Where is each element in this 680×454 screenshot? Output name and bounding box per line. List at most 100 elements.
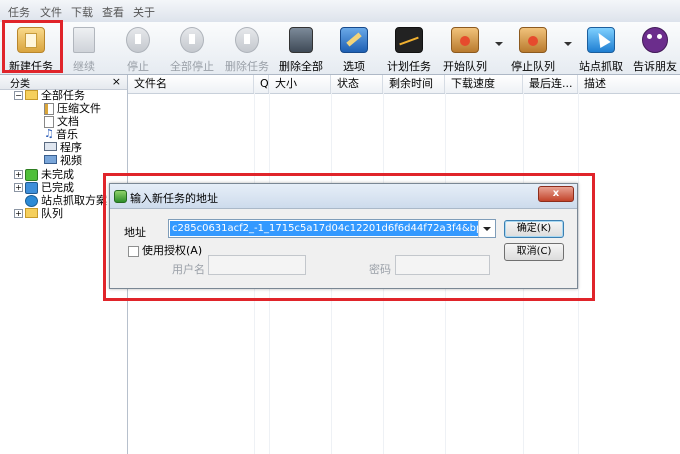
- video-icon: [44, 155, 57, 164]
- start-queue-label: 开始队列: [443, 60, 487, 73]
- column-header-description[interactable]: 描述: [578, 75, 680, 93]
- stop-all-label: 全部停止: [170, 60, 214, 73]
- stop-all-button[interactable]: 全部停止: [168, 24, 216, 73]
- menu-about[interactable]: 关于: [133, 4, 155, 20]
- tree-label-music: 音乐: [56, 128, 78, 141]
- resume-label: 继续: [73, 60, 95, 73]
- use-auth-checkbox[interactable]: [128, 245, 139, 257]
- schedule-label: 计划任务: [387, 60, 431, 73]
- menu-bar: 任务 文件 下载 查看 关于: [0, 0, 680, 23]
- expand-icon[interactable]: +: [14, 209, 23, 218]
- dropdown-arrow-icon[interactable]: [478, 220, 495, 237]
- app-globe-icon: [114, 190, 127, 203]
- site-grabber-icon: [25, 195, 38, 207]
- site-grabber-label: 站点抓取: [579, 60, 623, 73]
- new-task-dialog: 输入新任务的地址 x 地址 c285c0631acf2_-1_1715c5a17…: [109, 183, 578, 289]
- column-header-speed[interactable]: 下载速度: [445, 75, 523, 93]
- tree-label-video: 视频: [60, 154, 82, 167]
- column-header-q[interactable]: Q: [254, 75, 269, 93]
- options-button[interactable]: 选项: [332, 24, 376, 73]
- menu-download[interactable]: 下载: [71, 4, 93, 20]
- tree-label-unfinished: 未完成: [41, 168, 74, 181]
- tree-item-finished[interactable]: + 已完成: [14, 181, 74, 194]
- cancel-button[interactable]: 取消(C): [504, 243, 564, 261]
- table-header: 文件名 Q 大小 状态 剩余时间 下载速度 最后连... 描述: [128, 75, 680, 94]
- sidebar-header: 分类 ×: [0, 75, 127, 90]
- queue-icon: [25, 208, 38, 218]
- tree-label-all: 全部任务: [41, 89, 85, 102]
- stop-queue-icon: [519, 27, 547, 53]
- tree-item-music[interactable]: ♫ 音乐: [44, 127, 78, 141]
- toolbar: 新建任务 继续 停止 全部停止 删除任务 删除全部 选项 计划任务 开始队列 停…: [0, 22, 680, 75]
- finished-icon: [25, 182, 38, 194]
- username-field[interactable]: [208, 255, 306, 275]
- tree-item-queues[interactable]: + 队列: [14, 207, 63, 220]
- options-icon: [340, 27, 368, 53]
- column-header-time-left[interactable]: 剩余时间: [383, 75, 445, 93]
- address-input-value[interactable]: c285c0631acf2_-1_1715c5a17d04c12201d6f6d…: [170, 221, 478, 236]
- column-header-status[interactable]: 状态: [331, 75, 383, 93]
- dialog-title-bar: 输入新任务的地址 x: [110, 184, 577, 209]
- delete-task-icon: [235, 27, 259, 53]
- folder-open-icon: [25, 90, 38, 100]
- address-label: 地址: [124, 226, 146, 239]
- music-icon: ♫: [44, 127, 54, 140]
- tree-item-unfinished[interactable]: + 未完成: [14, 168, 74, 181]
- tell-friend-button[interactable]: 告诉朋友: [630, 24, 680, 73]
- options-label: 选项: [343, 60, 365, 73]
- expand-icon[interactable]: +: [14, 183, 23, 192]
- tree-item-archives[interactable]: 压缩文件: [44, 102, 101, 115]
- delete-all-button[interactable]: 删除全部: [276, 24, 326, 73]
- schedule-icon: [395, 27, 423, 53]
- column-header-size[interactable]: 大小: [269, 75, 331, 93]
- schedule-button[interactable]: 计划任务: [384, 24, 434, 73]
- tree-label-programs: 程序: [60, 141, 82, 154]
- stop-icon: [126, 27, 150, 53]
- delete-task-button[interactable]: 删除任务: [222, 24, 272, 73]
- archive-icon: [44, 103, 54, 115]
- stop-all-icon: [180, 27, 204, 53]
- program-icon: [44, 142, 57, 151]
- menu-task[interactable]: 任务: [8, 4, 30, 20]
- menu-file[interactable]: 文件: [40, 4, 62, 20]
- sidebar-close-button[interactable]: ×: [112, 75, 121, 88]
- delete-all-icon: [289, 27, 313, 53]
- password-field[interactable]: [395, 255, 490, 275]
- tree-item-grabber[interactable]: 站点抓取方案: [25, 194, 107, 207]
- username-label: 用户名: [172, 263, 205, 276]
- tree-label-grabber: 站点抓取方案: [41, 194, 107, 207]
- use-auth-label: 使用授权(A): [142, 244, 203, 257]
- expand-icon[interactable]: +: [14, 170, 23, 179]
- tree-label-finished: 已完成: [41, 181, 74, 194]
- password-label: 密码: [369, 263, 391, 276]
- use-auth-checkbox-row[interactable]: 使用授权(A): [128, 242, 202, 258]
- tree-item-video[interactable]: 视频: [44, 154, 82, 167]
- start-queue-button[interactable]: 开始队列: [440, 24, 490, 73]
- delete-task-label: 删除任务: [225, 60, 269, 73]
- address-combobox[interactable]: c285c0631acf2_-1_1715c5a17d04c12201d6f6d…: [168, 219, 496, 238]
- stop-label: 停止: [127, 60, 149, 73]
- collapse-icon[interactable]: −: [14, 91, 23, 100]
- unfinished-icon: [25, 169, 38, 181]
- dialog-close-button[interactable]: x: [538, 186, 574, 202]
- start-queue-dropdown-icon[interactable]: [495, 42, 503, 46]
- resume-button[interactable]: 继续: [62, 24, 106, 73]
- tree-item-all[interactable]: − 全部任务: [14, 89, 85, 102]
- stop-queue-dropdown-icon[interactable]: [564, 42, 572, 46]
- stop-queue-button[interactable]: 停止队列: [508, 24, 558, 73]
- delete-all-label: 删除全部: [279, 60, 323, 73]
- column-header-last-connect[interactable]: 最后连...: [523, 75, 578, 93]
- tree-label-archives: 压缩文件: [57, 102, 101, 115]
- start-queue-icon: [451, 27, 479, 53]
- column-header-filename[interactable]: 文件名: [128, 75, 254, 93]
- stop-button[interactable]: 停止: [116, 24, 160, 73]
- stop-queue-label: 停止队列: [511, 60, 555, 73]
- ok-button[interactable]: 确定(K): [504, 220, 564, 238]
- site-grabber-button[interactable]: 站点抓取: [576, 24, 626, 73]
- tree-label-documents: 文档: [57, 115, 79, 128]
- menu-view[interactable]: 查看: [102, 4, 124, 20]
- tree-label-queues: 队列: [41, 207, 63, 220]
- site-grabber-icon: [587, 27, 615, 53]
- new-task-highlight: [2, 20, 63, 73]
- tree-item-programs[interactable]: 程序: [44, 141, 82, 154]
